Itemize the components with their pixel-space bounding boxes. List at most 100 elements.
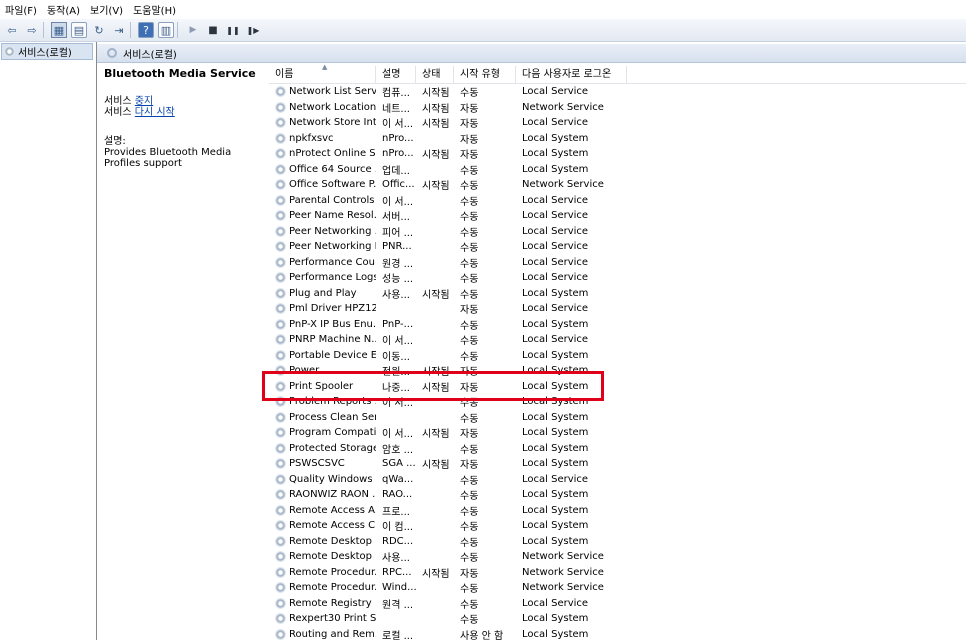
back-arrow-icon[interactable]: ⇦ <box>4 22 20 38</box>
service-name: Performance Logs... <box>269 272 376 283</box>
console-tree-icon[interactable]: ▦ <box>51 22 67 38</box>
service-description: 이 서... <box>376 425 416 440</box>
table-row[interactable]: Peer Networking I...PNR...수동Local Servic… <box>269 239 966 255</box>
service-name-text: Peer Networking ... <box>289 226 376 237</box>
table-row[interactable]: Remote Access C...이 컴...수동Local System <box>269 518 966 534</box>
restart-service-link[interactable]: 다시 시작 <box>135 107 175 118</box>
properties-icon[interactable]: ▤ <box>71 22 87 38</box>
service-description-text: 이 서... <box>382 197 413 208</box>
export-list-icon[interactable]: ⇥ <box>111 22 127 38</box>
table-row[interactable]: Rexpert30 Print S...수동Local System <box>269 611 966 627</box>
table-row[interactable]: Network Location...네트...시작됨자동Network Ser… <box>269 100 966 116</box>
menu-action[interactable]: 동작(A) <box>42 2 85 17</box>
service-description-text: SGA ... <box>382 458 416 469</box>
column-header-startup-type[interactable]: 시작 유형 <box>454 66 516 83</box>
service-description-text: 업데... <box>382 166 410 177</box>
table-row[interactable]: PnP-X IP Bus Enu...PnP-...수동Local System <box>269 317 966 333</box>
service-gear-icon <box>275 288 286 299</box>
menu-file[interactable]: 파일(F) <box>0 2 42 17</box>
service-startup-type-text: 수동 <box>460 166 478 177</box>
service-startup-type: 수동 <box>454 549 516 564</box>
service-logon-text: Local System <box>522 412 588 423</box>
service-logon-text: Local Service <box>522 257 588 268</box>
table-row[interactable]: Network List Servi...컴퓨...시작됨수동Local Ser… <box>269 84 966 100</box>
service-description-text: RAO... <box>382 489 412 500</box>
service-description: 성능 ... <box>376 270 416 285</box>
table-row[interactable]: Pml Driver HPZ12자동Local Service <box>269 301 966 317</box>
stop-service-link[interactable]: 중지 <box>135 96 153 107</box>
service-startup-type-text: 수동 <box>460 538 478 549</box>
table-row[interactable]: Office 64 Source ...업데...수동Local System <box>269 162 966 178</box>
table-row[interactable]: Protected Storage암호 ...수동Local System <box>269 441 966 457</box>
service-startup-type: 수동 <box>454 348 516 363</box>
table-row[interactable]: Program Compati...이 서...시작됨자동Local Syste… <box>269 425 966 441</box>
table-row[interactable]: Remote Access A...프로...수동Local System <box>269 503 966 519</box>
service-gear-icon <box>275 164 286 175</box>
service-description: Offic... <box>376 179 416 190</box>
table-row[interactable]: Performance Cou...원경 ...수동Local Service <box>269 255 966 271</box>
service-gear-icon <box>275 257 286 268</box>
service-startup-type: 수동 <box>454 239 516 254</box>
service-logon-text: Local Service <box>522 334 588 345</box>
table-row[interactable]: PNRP Machine N...이 서...수동Local Service <box>269 332 966 348</box>
service-startup-type: 수동 <box>454 441 516 456</box>
service-description-text: Offic... <box>382 179 415 190</box>
service-status-text: 시작됨 <box>422 569 450 580</box>
table-row[interactable]: Peer Name Resol...서버...수동Local Service <box>269 208 966 224</box>
table-row[interactable]: Office Software P...Offic...시작됨수동Network… <box>269 177 966 193</box>
show-hide-pane-icon[interactable]: ▥ <box>158 22 174 38</box>
table-row[interactable]: npkfxsvcnPro...자동Local System <box>269 131 966 147</box>
table-row[interactable]: Quality Windows ...qWa...수동Local Service <box>269 472 966 488</box>
service-name: Office 64 Source ... <box>269 164 376 175</box>
service-startup-type: 수동 <box>454 193 516 208</box>
service-startup-type-text: 수동 <box>460 336 478 347</box>
table-row[interactable]: Peer Networking ...피어 ...수동Local Service <box>269 224 966 240</box>
table-row[interactable]: Remote Desktop ...사용...수동Network Service <box>269 549 966 565</box>
service-description-text: Wind... <box>382 582 416 593</box>
table-row[interactable]: PSWSCSVCSGA ...시작됨자동Local System <box>269 456 966 472</box>
stop-service-icon[interactable]: ■ <box>205 22 221 38</box>
table-row[interactable]: Remote Registry원격 ...수동Local Service <box>269 596 966 612</box>
restart-service-icon[interactable]: ❚▶ <box>245 22 261 38</box>
service-gear-icon <box>275 598 286 609</box>
table-row[interactable]: Plug and Play사용...시작됨수동Local System <box>269 286 966 302</box>
column-header-status[interactable]: 상태 <box>416 66 454 83</box>
service-gear-icon <box>275 582 286 593</box>
service-name-text: nProtect Online S... <box>289 148 376 159</box>
forward-arrow-icon[interactable]: ⇨ <box>24 22 40 38</box>
table-row[interactable]: Parental Controls이 서...수동Local Service <box>269 193 966 209</box>
service-name: Rexpert30 Print S... <box>269 613 376 624</box>
table-row[interactable]: Remote Desktop ...RDC...수동Local System <box>269 534 966 550</box>
service-startup-type: 수동 <box>454 317 516 332</box>
service-name-text: Quality Windows ... <box>289 474 376 485</box>
table-row[interactable]: Remote Procedur...RPC...시작됨자동Network Ser… <box>269 565 966 581</box>
table-row[interactable]: RAONWIZ RAON ...RAO...수동Local System <box>269 487 966 503</box>
table-row[interactable]: Remote Procedur...Wind...수동Network Servi… <box>269 580 966 596</box>
service-status-text: 시작됨 <box>422 119 450 130</box>
table-row[interactable]: Portable Device E...이동...수동Local System <box>269 348 966 364</box>
service-logon: Local Service <box>516 303 627 314</box>
table-row[interactable]: Network Store Int...이 서...시작됨자동Local Ser… <box>269 115 966 131</box>
service-startup-type-text: 자동 <box>460 569 478 580</box>
refresh-icon[interactable]: ↻ <box>91 22 107 38</box>
menu-help[interactable]: 도움말(H) <box>128 2 181 17</box>
service-description-text: 원경 ... <box>382 259 413 270</box>
stop-service-line: 서비스 중지 <box>104 96 264 107</box>
service-gear-icon <box>275 458 286 469</box>
table-row[interactable]: nProtect Online S...nPro...시작됨자동Local Sy… <box>269 146 966 162</box>
service-startup-type: 자동 <box>454 146 516 161</box>
pause-service-icon[interactable]: ❚❚ <box>225 22 241 38</box>
table-row[interactable]: Process Clean Ser...수동Local System <box>269 410 966 426</box>
menu-view[interactable]: 보기(V) <box>85 2 128 17</box>
service-name: Remote Desktop ... <box>269 536 376 547</box>
column-header-description[interactable]: 설명 <box>376 66 416 83</box>
service-name-text: Remote Registry <box>289 598 372 609</box>
table-row[interactable]: Performance Logs...성능 ...수동Local Service <box>269 270 966 286</box>
service-gear-icon <box>275 412 286 423</box>
column-header-log-on-as[interactable]: 다음 사용자로 로그온 <box>516 66 627 83</box>
start-service-icon[interactable]: ▶ <box>185 22 201 38</box>
tree-item-services-local[interactable]: 서비스(로컬) <box>1 43 93 60</box>
selected-service-name: Bluetooth Media Service <box>104 68 264 79</box>
help-icon[interactable]: ? <box>138 22 154 38</box>
service-startup-type-text: 자동 <box>460 460 478 471</box>
